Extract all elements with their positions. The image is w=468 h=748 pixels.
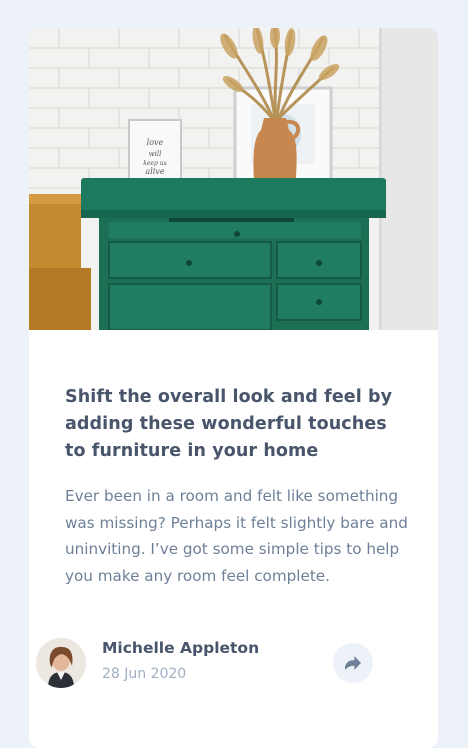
avatar [36,638,86,688]
article-content: Shift the overall look and feel by addin… [65,384,410,589]
article-hero-image: love will keep us alive [29,28,438,330]
author-row: Michelle Appleton 28 Jun 2020 [36,636,381,688]
share-button[interactable] [333,643,373,683]
article-title[interactable]: Shift the overall look and feel by addin… [65,384,410,465]
svg-text:alive: alive [145,167,164,176]
share-icon [345,656,361,670]
svg-text:love: love [147,138,164,147]
publish-date: 28 Jun 2020 [102,666,187,682]
svg-text:keep us: keep us [143,160,166,167]
author-name: Michelle Appleton [102,639,260,657]
article-description: Ever been in a room and felt like someth… [65,487,408,585]
svg-text:will: will [149,150,162,158]
avatar-photo-icon [36,638,86,688]
